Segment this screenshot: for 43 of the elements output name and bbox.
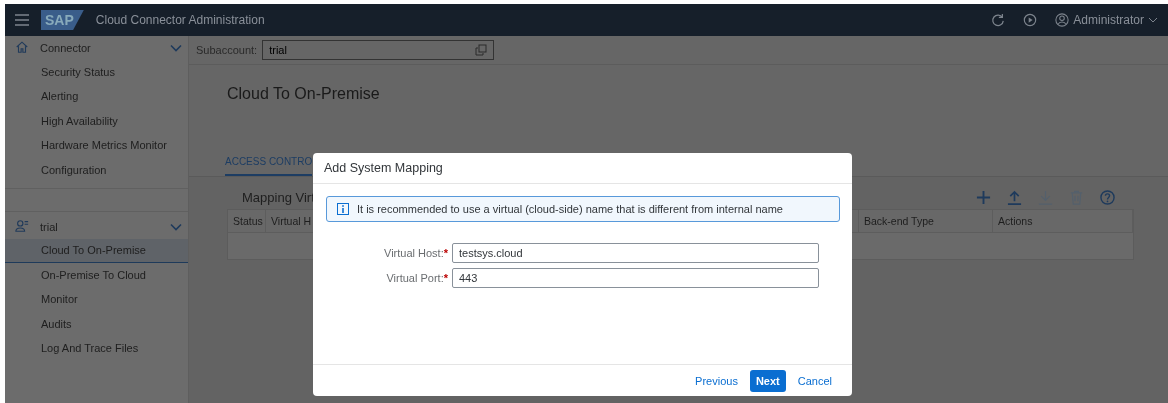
info-icon [337,203,349,215]
chevron-icon [1148,15,1158,25]
column-header[interactable]: Actions [993,210,1133,233]
next-button[interactable]: Next [749,369,786,392]
subaccount-label: Subaccount: [196,44,258,56]
sidebar-item[interactable]: Alerting [5,84,188,109]
add-button[interactable] [974,188,992,206]
refresh-icon[interactable] [991,13,1006,27]
text-field[interactable]: testsys.cloud [452,243,819,263]
user-menu[interactable]: Administrator [1055,13,1158,27]
text-field[interactable]: 443 [452,268,819,288]
column-header[interactable]: Back-end Type [859,210,993,233]
sidebar-group-title[interactable]: Connector [40,42,159,54]
sidebar-item[interactable]: Monitor [5,287,188,312]
dialog-link-button[interactable]: Cancel [791,370,838,391]
copy-icon[interactable] [475,44,488,56]
sidebar-item[interactable]: Log And Trace Files [5,336,188,361]
home-icon [15,40,29,54]
field-label: Virtual Port:* [385,272,448,284]
dialog-link-button[interactable]: Previous [689,370,744,391]
sidebar-item[interactable]: Security Status [5,60,188,85]
column-header[interactable]: Status [228,210,266,233]
app-title: Cloud Connector Administration [95,13,265,27]
user-icon [1055,13,1070,27]
field-label: Virtual Host:* [383,247,448,259]
sidebar-item[interactable]: On-Premise To Cloud [5,263,188,288]
sidebar-item[interactable]: High Availability [5,109,188,134]
sidebar-item[interactable]: Audits [5,312,188,337]
sidebar-item[interactable]: Hardware Metrics Monitor [5,133,188,158]
subaccount-field[interactable]: trial [262,40,495,60]
help-button[interactable] [1098,188,1116,206]
page-title: Cloud To On-Premise [226,84,381,104]
upload-button[interactable] [1005,188,1023,206]
sidebar-item[interactable]: Cloud To On-Premise [5,238,188,263]
logo: SAP [41,10,84,30]
play-circle-icon[interactable] [1023,13,1038,27]
info-message: It is recommended to use a virtual (cloud-side) name that is different from internal name [357,203,783,215]
sidebar-item[interactable]: Configuration [5,158,188,183]
chevron-icon[interactable] [170,42,182,54]
menu-icon[interactable] [15,14,29,26]
dialog-title: Add System Mapping [313,153,852,184]
sidebar-group-title[interactable]: trial [40,220,159,233]
user-icon [15,218,29,233]
